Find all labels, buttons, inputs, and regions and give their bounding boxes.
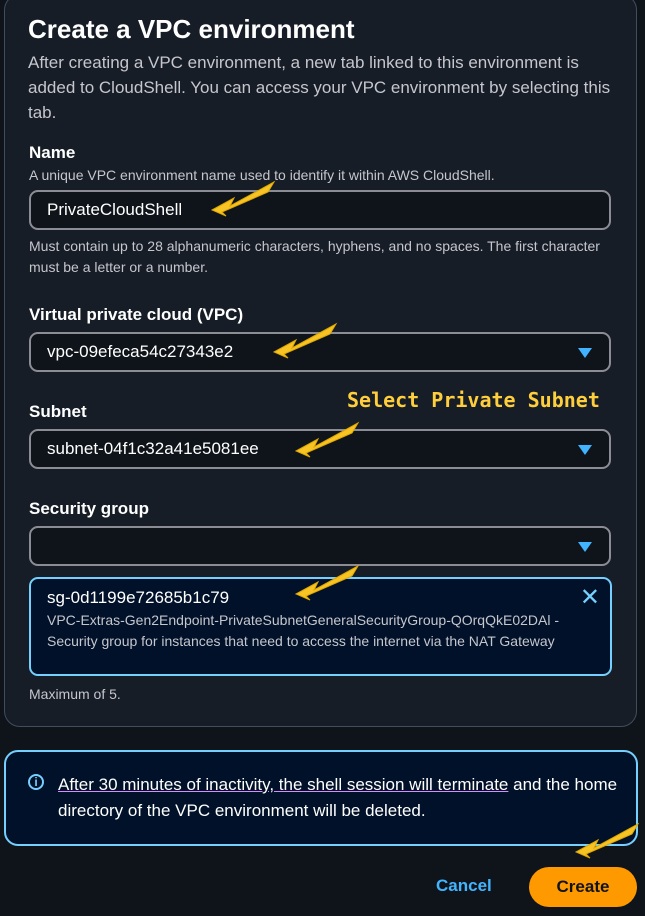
alert-message: After 30 minutes of inactivity, the shel… — [58, 772, 618, 824]
name-label: Name — [29, 143, 76, 162]
name-description: A unique VPC environment name used to id… — [29, 167, 495, 183]
create-button[interactable]: Create — [529, 867, 637, 907]
alert-underlined-text: After 30 minutes of inactivity, the shel… — [58, 775, 509, 794]
annotation-arrow-icon — [210, 180, 276, 217]
subnet-label: Subnet — [29, 402, 87, 421]
info-alert: i After 30 minutes of inactivity, the sh… — [4, 750, 638, 846]
name-constraint-text: Must contain up to 28 alphanumeric chara… — [29, 238, 600, 275]
security-group-max-note: Maximum of 5. — [29, 686, 121, 702]
annotation-arrow-icon — [294, 564, 360, 601]
annotation-arrow-icon — [574, 822, 640, 859]
vpc-select-value: vpc-09efeca54c27343e2 — [47, 342, 234, 361]
annotation-arrow-icon — [294, 421, 360, 458]
info-icon: i — [28, 774, 44, 790]
annotation-arrow-icon — [272, 322, 338, 359]
page-description: After creating a VPC environment, a new … — [28, 53, 611, 122]
cancel-button[interactable]: Cancel — [436, 876, 492, 896]
vpc-label: Virtual private cloud (VPC) — [29, 305, 244, 324]
page-title: Create a VPC environment — [28, 14, 355, 44]
chevron-down-icon — [578, 348, 592, 358]
subnet-select-value: subnet-04f1c32a41e5081ee — [47, 439, 259, 458]
name-input-value: PrivateCloudShell — [47, 200, 183, 219]
name-input[interactable]: PrivateCloudShell — [29, 190, 611, 230]
security-group-description: VPC-Extras-Gen2Endpoint-PrivateSubnetGen… — [47, 612, 559, 649]
chevron-down-icon — [578, 445, 592, 455]
close-icon[interactable]: ✕ — [580, 583, 600, 612]
annotation-text: Select Private Subnet — [347, 388, 600, 412]
security-group-label: Security group — [29, 499, 149, 518]
chevron-down-icon — [578, 542, 592, 552]
